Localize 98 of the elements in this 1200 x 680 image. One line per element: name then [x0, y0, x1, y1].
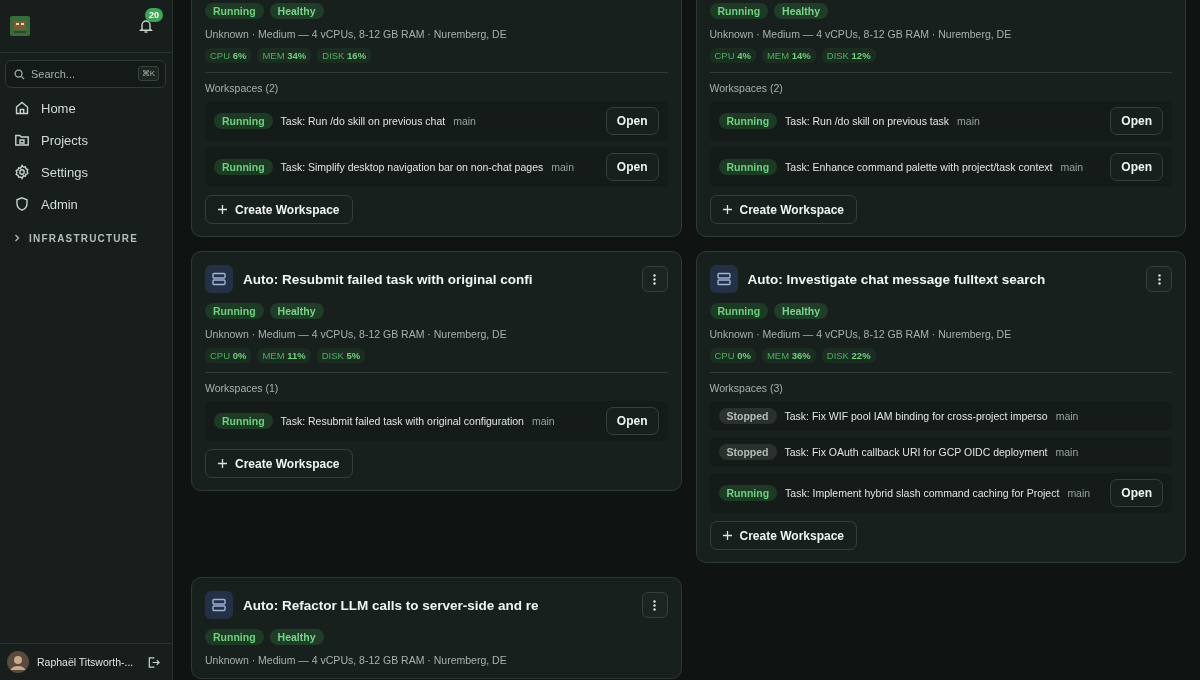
task-name: Task: Fix WIF pool IAM binding for cross-project imperso — [784, 410, 1048, 422]
task-name: Task: Run /do skill on previous task — [785, 115, 950, 127]
branch-name: main — [531, 415, 555, 427]
create-workspace-button[interactable]: Create Workspace — [205, 195, 353, 224]
shield-icon — [14, 196, 30, 212]
nav-item[interactable]: Projects — [6, 124, 166, 156]
nav-item[interactable]: Home — [6, 92, 166, 124]
open-button[interactable]: Open — [1110, 153, 1163, 181]
workspaces-heading: Workspaces (2) — [709, 82, 784, 94]
more-button[interactable] — [641, 592, 668, 618]
status-badge: Running — [214, 113, 273, 129]
logo-icon[interactable] — [10, 16, 30, 36]
status-badge: Stopped — [718, 408, 777, 424]
workspaces-heading: Workspaces (1) — [205, 382, 280, 394]
metric-chip: MEM 36% — [761, 348, 816, 363]
bell-icon[interactable] — [138, 18, 154, 34]
create-workspace-button[interactable]: Create Workspace — [205, 449, 353, 478]
server-title: Auto: Investigate chat message fulltext search — [747, 271, 1047, 287]
metric-chip: DISK 16% — [317, 48, 372, 63]
status-badge: Running — [718, 113, 778, 129]
branch-name: main — [551, 161, 574, 173]
branch-name: main — [1060, 161, 1084, 173]
metric-chip: CPU 0% — [205, 348, 252, 363]
workspaces-heading: Workspaces (3) — [709, 382, 784, 394]
status-badge: Healthy — [774, 3, 828, 19]
server-meta: Unknown · Medium — 4 vCPUs, 8-12 GB RAM · Nuremberg, DE — [709, 28, 1013, 40]
more-button[interactable] — [641, 266, 668, 292]
open-button[interactable]: Open — [1110, 479, 1163, 507]
plus-icon — [722, 531, 732, 540]
server-meta: Unknown · Medium — 4 vCPUs, 8-12 GB RAM · Nuremberg, DE — [205, 28, 508, 40]
nav-item[interactable]: Settings — [6, 156, 166, 188]
metric-chip: MEM 11% — [257, 348, 311, 363]
more-button[interactable] — [1146, 266, 1172, 292]
status-badge: Running — [214, 413, 273, 429]
metric-chip: CPU 4% — [709, 48, 756, 63]
create-workspace-button[interactable]: Create Workspace — [709, 521, 857, 550]
status-badge: Healthy — [269, 303, 324, 319]
user-name: Raphaël Titsworth-... — [37, 656, 135, 668]
server-title: Auto: Resubmit failed task with original confi — [243, 271, 534, 287]
metric-chip: DISK 22% — [821, 348, 876, 363]
task-name: Task: Run /do skill on previous chat — [280, 115, 446, 127]
status-badge: Running — [709, 303, 769, 319]
server-meta: Unknown · Medium — 4 vCPUs, 8-12 GB RAM · Nuremberg, DE — [205, 654, 508, 666]
branch-name: main — [453, 115, 476, 127]
status-badge: Healthy — [269, 3, 324, 19]
status-badge: Running — [718, 485, 778, 501]
task-name: Task: Implement hybrid slash command caching for Project — [785, 487, 1060, 499]
task-name: Task: Simplify desktop navigation bar on non-chat pages — [280, 161, 544, 173]
status-badge: Healthy — [774, 303, 828, 319]
metric-chip: CPU 6% — [205, 48, 252, 63]
branch-name: main — [1067, 487, 1091, 499]
kebab-icon — [1157, 273, 1161, 285]
server-icon — [709, 265, 738, 293]
status-badge: Running — [205, 3, 264, 19]
status-badge: Stopped — [718, 444, 777, 460]
task-name: Task: Enhance command palette with project/task context — [785, 161, 1053, 173]
server-meta: Unknown · Medium — 4 vCPUs, 8-12 GB RAM · Nuremberg, DE — [709, 328, 1013, 340]
status-badge: Running — [214, 159, 273, 175]
branch-name: main — [1055, 410, 1079, 422]
open-button[interactable]: Open — [1110, 107, 1163, 135]
metric-chip: DISK 12% — [821, 48, 876, 63]
nav-item[interactable]: Admin — [6, 188, 166, 220]
logout-icon[interactable] — [147, 655, 160, 669]
workspaces-heading: Workspaces (2) — [205, 82, 280, 94]
metric-chip: DISK 5% — [316, 348, 366, 363]
kebab-icon — [653, 273, 656, 285]
status-badge: Healthy — [269, 629, 324, 645]
open-button[interactable]: Open — [605, 107, 659, 135]
task-name: Task: Resubmit failed task with original configuration — [280, 415, 524, 427]
task-name: Task: Fix OAuth callback URI for GCP OIDC deployment — [784, 446, 1048, 458]
branch-name: main — [1055, 446, 1079, 458]
plus-icon — [218, 459, 227, 468]
home-icon — [14, 100, 30, 116]
avatar[interactable] — [7, 651, 29, 673]
open-button[interactable]: Open — [605, 153, 659, 181]
status-badge: Running — [709, 3, 769, 19]
search-icon — [14, 68, 25, 80]
metric-chip: CPU 0% — [709, 348, 756, 363]
status-badge: Running — [205, 303, 264, 319]
status-badge: Running — [718, 159, 778, 175]
branch-name: main — [957, 115, 980, 127]
plus-icon — [722, 205, 732, 214]
section-toggle[interactable]: INFRASTRUCTURE — [0, 226, 172, 250]
server-title: Auto: Refactor LLM calls to server-side and re — [243, 597, 540, 613]
kebab-icon — [653, 599, 656, 611]
plus-icon — [218, 205, 227, 214]
create-workspace-button[interactable]: Create Workspace — [709, 195, 857, 224]
metric-chip: MEM 14% — [761, 48, 816, 63]
shortcut-hint: ⌘K — [137, 66, 159, 81]
server-icon — [205, 265, 233, 293]
server-meta: Unknown · Medium — 4 vCPUs, 8-12 GB RAM · Nuremberg, DE — [205, 328, 508, 340]
settings-icon — [14, 164, 30, 180]
open-button[interactable]: Open — [605, 407, 659, 435]
folder-icon — [14, 132, 30, 148]
metric-chip: MEM 34% — [257, 48, 312, 63]
notification-count: 20 — [145, 8, 163, 22]
server-icon — [205, 591, 233, 619]
status-badge: Running — [205, 629, 264, 645]
